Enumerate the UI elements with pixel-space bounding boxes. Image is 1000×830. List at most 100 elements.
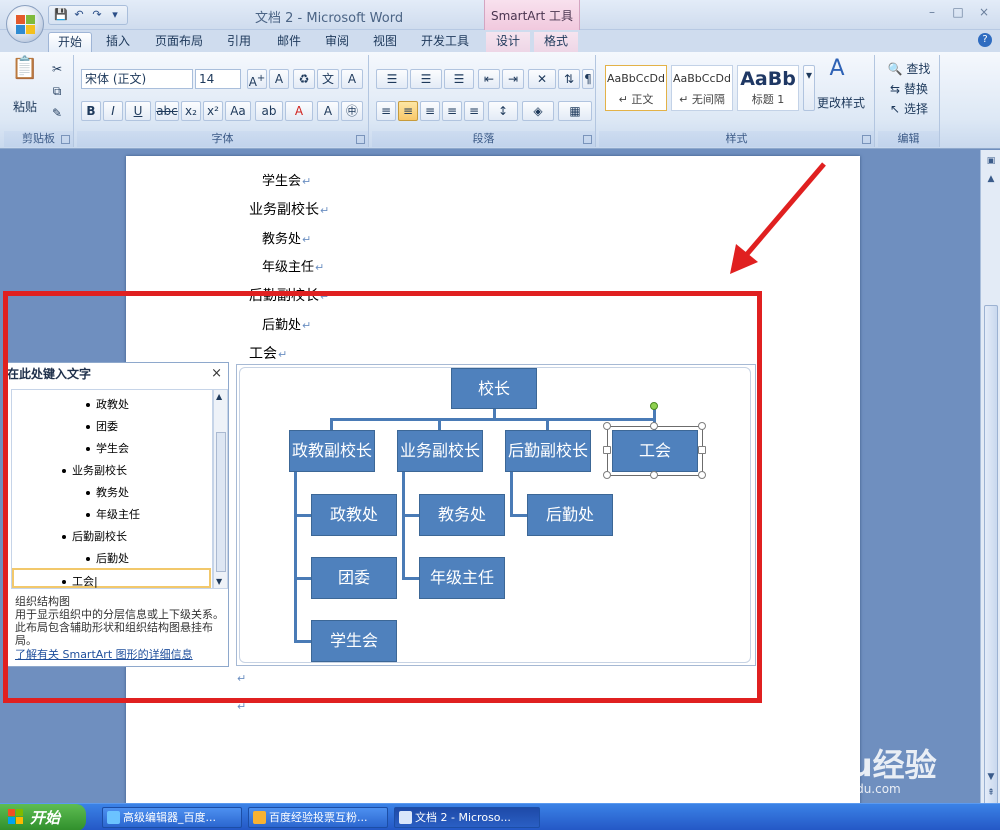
clipboard-launcher-icon[interactable] xyxy=(61,135,70,144)
find-button[interactable]: 🔍 查找 xyxy=(882,59,936,79)
paragraph-launcher-icon[interactable] xyxy=(583,135,592,144)
shrink-font-icon[interactable]: A xyxy=(269,69,289,89)
office-button[interactable] xyxy=(6,5,44,43)
font-launcher-icon[interactable] xyxy=(356,135,365,144)
superscript-icon[interactable]: x² xyxy=(203,101,223,121)
font-name-select[interactable]: 宋体 (正文) xyxy=(81,69,193,89)
increase-indent-icon[interactable]: ⇥ xyxy=(502,69,524,89)
scroll-down-icon[interactable]: ▼ xyxy=(984,770,998,784)
borders-icon[interactable]: ▦ xyxy=(558,101,592,121)
change-case-icon[interactable]: Aa xyxy=(225,101,251,121)
baidu-watermark-url: jingyan.baidu.com xyxy=(790,782,901,796)
close-button[interactable]: × xyxy=(974,3,994,21)
task-button[interactable]: 百度经验投票互粉... xyxy=(248,807,388,828)
style-no-spacing[interactable]: AaBbCcDd ↵ 无间隔 xyxy=(671,65,733,111)
tab-format[interactable]: 格式 xyxy=(534,32,578,52)
enclose-char-icon[interactable]: ㊥ xyxy=(341,101,363,121)
task-button[interactable]: 高级编辑器_百度... xyxy=(102,807,242,828)
scroll-up-icon[interactable]: ▲ xyxy=(984,172,998,186)
paragraph-label: 段落 xyxy=(372,131,595,147)
underline-icon[interactable]: U xyxy=(125,101,151,121)
redo-icon[interactable]: ↷ xyxy=(89,7,105,23)
phonetic-guide-icon[interactable]: 文 xyxy=(317,69,339,89)
paste-button[interactable]: 粘贴 xyxy=(8,97,42,117)
tab-references[interactable]: 引用 xyxy=(218,32,260,52)
save-icon[interactable]: 💾 xyxy=(53,7,69,23)
prev-page-icon[interactable]: ⇞ xyxy=(984,786,998,800)
maximize-button[interactable]: □ xyxy=(948,3,968,21)
smartart-tools-context: SmartArt 工具 xyxy=(484,0,580,30)
font-group: 宋体 (正文) 14 A+ A ♻ 文 A B I U abc x₂ x² Aa… xyxy=(77,55,369,147)
tab-design[interactable]: 设计 xyxy=(486,32,530,52)
change-styles-button[interactable]: 更改样式 xyxy=(813,93,869,113)
char-border-icon[interactable]: A xyxy=(341,69,363,89)
sort-icon[interactable]: ⇅ xyxy=(558,69,580,89)
window-title: 文档 2 - Microsoft Word xyxy=(255,11,404,26)
taskbar: 开始 高级编辑器_百度... 百度经验投票互粉... 文档 2 - Micros… xyxy=(0,803,1000,830)
doc-line: 学生会↵ xyxy=(262,174,312,189)
tab-page-layout[interactable]: 页面布局 xyxy=(148,32,210,52)
select-cursor-icon: ↖ xyxy=(890,102,901,116)
subscript-icon[interactable]: x₂ xyxy=(181,101,201,121)
decrease-indent-icon[interactable]: ⇤ xyxy=(478,69,500,89)
show-marks-icon[interactable]: ¶ xyxy=(582,69,594,89)
bullets-icon[interactable]: ☰ xyxy=(376,69,408,89)
font-label: 字体 xyxy=(77,131,368,147)
help-icon[interactable]: ? xyxy=(978,33,992,47)
scroll-thumb[interactable] xyxy=(984,305,998,810)
numbering-icon[interactable]: ☰ xyxy=(410,69,442,89)
start-button[interactable]: 开始 xyxy=(0,804,86,830)
tab-review[interactable]: 审阅 xyxy=(316,32,358,52)
replace-button[interactable]: ⇆ 替换 xyxy=(882,79,936,99)
cut-icon[interactable]: ✂ xyxy=(48,59,66,79)
styles-label: 样式 xyxy=(599,131,874,147)
replace-icon: ⇆ xyxy=(890,82,901,96)
vertical-scrollbar[interactable]: ▣ ▲ ▼ ⇞ xyxy=(980,150,1000,810)
select-button[interactable]: ↖ 选择 xyxy=(882,99,936,119)
italic-icon[interactable]: I xyxy=(103,101,123,121)
chinese-layout-icon[interactable]: ✕ xyxy=(528,69,556,89)
char-shading-icon[interactable]: A xyxy=(317,101,339,121)
doc-line: 年级主任↵ xyxy=(262,260,325,275)
align-right-icon[interactable]: ≡ xyxy=(420,101,440,121)
windows-logo-icon xyxy=(8,809,24,825)
style-heading-1[interactable]: AaBb 标题 1 xyxy=(737,65,799,111)
quick-access-toolbar: 💾 ↶ ↷ ▾ xyxy=(48,5,128,25)
style-normal[interactable]: AaBbCcDd ↵ 正文 xyxy=(605,65,667,111)
copy-icon[interactable]: ⧉ xyxy=(48,81,66,101)
justify-icon[interactable]: ≡ xyxy=(442,101,462,121)
grow-font-icon[interactable]: A+ xyxy=(247,69,267,89)
tab-developer[interactable]: 开发工具 xyxy=(414,32,476,52)
styles-group: AaBbCcDd ↵ 正文 AaBbCcDd ↵ 无间隔 AaBb 标题 1 ▾… xyxy=(599,55,875,147)
highlight-icon[interactable]: ab xyxy=(255,101,283,121)
font-color-icon[interactable]: A xyxy=(285,101,313,121)
paste-icon[interactable]: 📋 xyxy=(10,58,40,97)
annotation-box xyxy=(3,291,762,703)
baidu-watermark: Baidu经验 xyxy=(770,746,937,784)
tab-home[interactable]: 开始 xyxy=(48,32,92,52)
font-size-select[interactable]: 14 xyxy=(195,69,241,89)
task-button-word[interactable]: 文档 2 - Microso... xyxy=(394,807,540,828)
word-icon xyxy=(399,811,412,824)
line-spacing-icon[interactable]: ↕ xyxy=(488,101,518,121)
align-left-icon[interactable]: ≡ xyxy=(376,101,396,121)
undo-icon[interactable]: ↶ xyxy=(71,7,87,23)
shading-icon[interactable]: ◈ xyxy=(522,101,554,121)
strikethrough-icon[interactable]: abc xyxy=(155,101,179,121)
format-painter-icon[interactable]: ✎ xyxy=(48,103,66,123)
ruler-toggle-icon[interactable]: ▣ xyxy=(984,154,998,168)
multilevel-list-icon[interactable]: ☰ xyxy=(444,69,474,89)
tab-insert[interactable]: 插入 xyxy=(96,32,140,52)
clear-format-icon[interactable]: ♻ xyxy=(293,69,315,89)
doc-line: 教务处↵ xyxy=(262,232,312,247)
tab-view[interactable]: 视图 xyxy=(364,32,406,52)
paragraph-group: ☰ ☰ ☰ ⇤ ⇥ ✕ ⇅ ¶ ≡ ≡ ≡ ≡ ≡ ↕ ◈ ▦ 段落 xyxy=(372,55,596,147)
align-center-icon[interactable]: ≡ xyxy=(398,101,418,121)
bold-icon[interactable]: B xyxy=(81,101,101,121)
minimize-button[interactable]: – xyxy=(922,3,942,21)
styles-launcher-icon[interactable] xyxy=(862,135,871,144)
customize-qat-icon[interactable]: ▾ xyxy=(107,7,123,23)
change-styles-icon[interactable]: A xyxy=(823,58,851,89)
distributed-icon[interactable]: ≡ xyxy=(464,101,484,121)
tab-mailings[interactable]: 邮件 xyxy=(268,32,310,52)
